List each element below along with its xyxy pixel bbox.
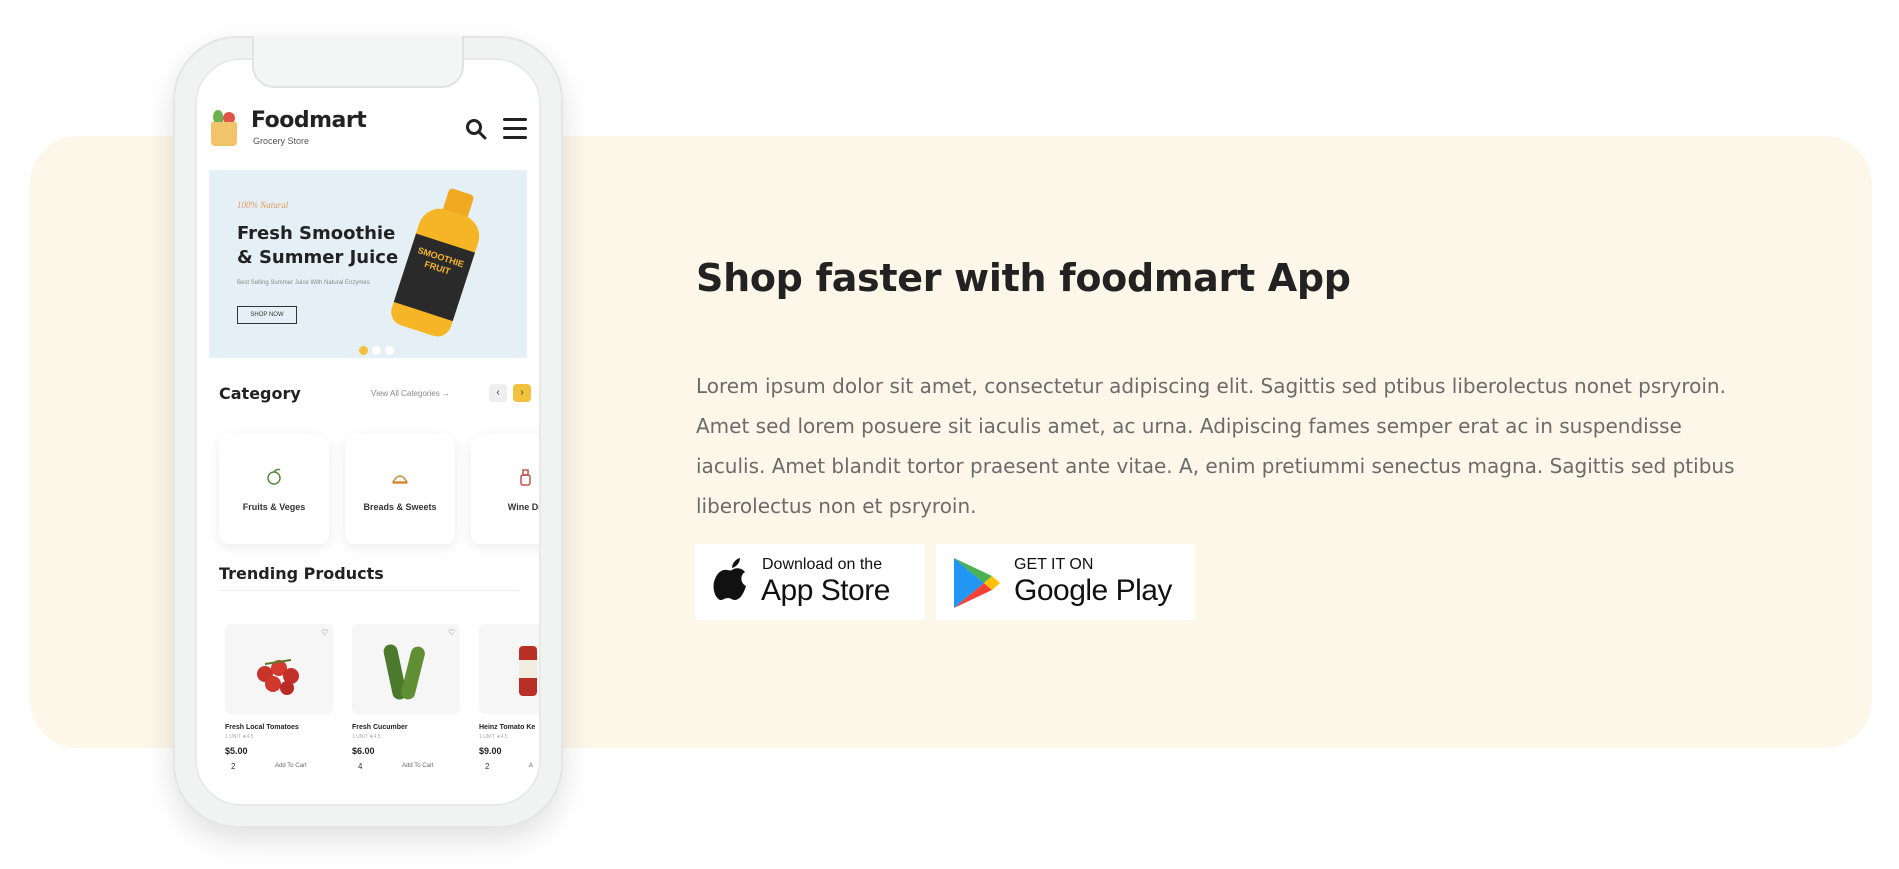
brand-subtitle: Grocery Store xyxy=(253,136,310,146)
product-image-cucumber xyxy=(352,624,460,714)
category-label: Fruits & Veges xyxy=(242,502,306,512)
wishlist-heart-icon[interactable]: ♡ xyxy=(448,628,455,637)
fruit-icon xyxy=(267,468,281,485)
product-rating: 1 UNIT ★4.5 xyxy=(479,734,508,740)
product-rating: 1 UNIT ★4.5 xyxy=(225,734,254,740)
carousel-dots xyxy=(359,342,398,358)
google-play-small-text: GET IT ON xyxy=(1014,556,1094,573)
add-to-cart-button[interactable]: Add To Cart xyxy=(402,763,434,769)
category-prev-button[interactable]: ‹ xyxy=(489,384,507,402)
view-all-categories-link[interactable]: View All Categories → xyxy=(371,389,450,398)
product-image-tomatoes xyxy=(225,624,333,714)
product-card[interactable]: Heinz Tomato Ke 1 UNIT ★4.5 $9.00 2 A xyxy=(479,624,539,784)
add-to-cart-button[interactable]: A xyxy=(529,763,533,769)
bread-icon xyxy=(391,475,409,484)
app-store-big-text: App Store xyxy=(761,574,890,607)
quantity-stepper[interactable]: 2 xyxy=(231,762,235,771)
foodmart-logo-icon xyxy=(209,108,239,146)
quantity-stepper[interactable]: 2 xyxy=(485,762,489,771)
brand-name: Foodmart xyxy=(251,108,367,133)
hero-title: Fresh Smoothie & Summer Juice xyxy=(237,223,399,268)
menu-icon[interactable] xyxy=(503,118,527,140)
category-label: Breads & Sweets xyxy=(363,502,437,512)
google-play-icon xyxy=(954,558,1000,608)
app-store-button[interactable]: Download on the App Store xyxy=(695,544,925,620)
product-image-ketchup xyxy=(479,624,539,714)
product-name: Heinz Tomato Ke xyxy=(479,724,536,731)
app-header: Foodmart Grocery Store xyxy=(209,106,529,152)
category-card-wine[interactable]: Wine Dri xyxy=(471,434,539,544)
phone-notch xyxy=(252,36,464,88)
promo-body: Lorem ipsum dolor sit amet, consectetur … xyxy=(696,374,1735,518)
shop-now-button[interactable]: SHOP NOW xyxy=(237,306,297,324)
product-price: $9.00 xyxy=(479,746,502,756)
carousel-dot-active[interactable] xyxy=(359,346,368,355)
search-icon[interactable] xyxy=(465,118,487,140)
quantity-stepper[interactable]: 4 xyxy=(358,762,362,771)
google-play-button[interactable]: GET IT ON Google Play xyxy=(936,544,1195,620)
divider xyxy=(219,590,519,591)
page: Foodmart Grocery Store 100% Natural Fres… xyxy=(0,0,1899,869)
category-next-button[interactable]: › xyxy=(513,384,531,402)
category-header: Category View All Categories → ‹ › xyxy=(219,384,531,406)
trending-products-title: Trending Products xyxy=(219,564,384,583)
category-card-fruits[interactable]: Fruits & Veges xyxy=(219,434,329,544)
promo-headline: Shop faster with foodmart App xyxy=(696,256,1351,300)
category-card-breads[interactable]: Breads & Sweets xyxy=(345,434,455,544)
wine-icon xyxy=(520,469,531,486)
product-card[interactable]: ♡ Fresh Local Tomatoes 1 UNIT ★4.5 $5.00… xyxy=(225,624,345,784)
hero-tag: 100% Natural xyxy=(237,200,289,210)
hero-description: Best Selling Summer Juice With Natural E… xyxy=(237,280,370,286)
apple-icon xyxy=(713,558,746,600)
product-price: $6.00 xyxy=(352,746,375,756)
app-store-small-text: Download on the xyxy=(762,556,883,573)
product-name: Fresh Local Tomatoes xyxy=(225,724,299,731)
app-screen: Foodmart Grocery Store 100% Natural Fres… xyxy=(197,94,539,784)
hero-slide: 100% Natural Fresh Smoothie & Summer Jui… xyxy=(209,170,527,358)
category-label: Wine Dri xyxy=(507,502,539,512)
product-card[interactable]: ♡ Fresh Cucumber 1 UNIT ★4.5 $6.00 4 Add… xyxy=(352,624,472,784)
product-name: Fresh Cucumber xyxy=(352,724,408,731)
wishlist-heart-icon[interactable]: ♡ xyxy=(321,628,328,637)
add-to-cart-button[interactable]: Add To Cart xyxy=(275,763,307,769)
carousel-dot[interactable] xyxy=(372,346,381,355)
carousel-dot[interactable] xyxy=(385,346,394,355)
google-play-big-text: Google Play xyxy=(1014,574,1172,607)
product-rating: 1 UNIT ★4.5 xyxy=(352,734,381,740)
product-price: $5.00 xyxy=(225,746,248,756)
